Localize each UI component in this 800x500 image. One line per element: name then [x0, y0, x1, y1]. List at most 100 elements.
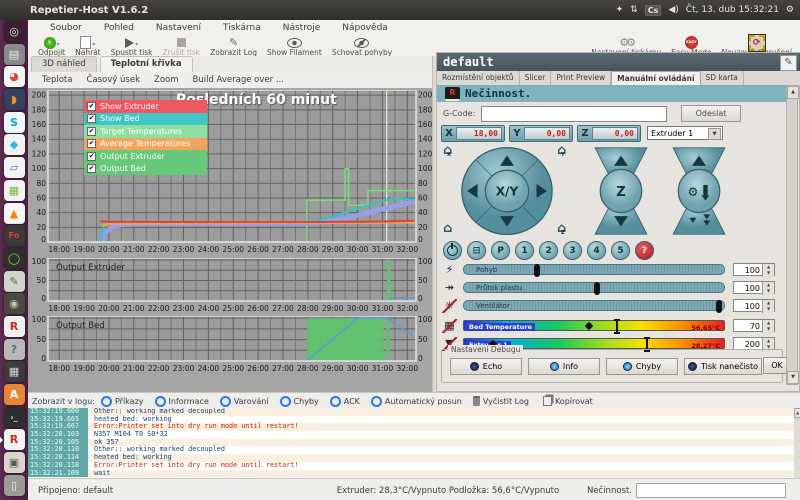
- tab-slicer[interactable]: Slicer: [520, 71, 552, 85]
- menu-pohled[interactable]: Pohled: [104, 23, 134, 33]
- launcher-vlc-icon[interactable]: ▲: [4, 203, 25, 224]
- launcher-green-ring-icon[interactable]: ◯: [4, 248, 25, 269]
- spinner-arrows-icon[interactable]: ▲▼: [762, 282, 774, 295]
- park-button[interactable]: P: [491, 241, 510, 260]
- bed-temp-slider[interactable]: Bed Temperature 56,65°C: [463, 320, 725, 331]
- power-button[interactable]: [443, 241, 462, 260]
- session-menu-icon[interactable]: ⚙: [786, 5, 794, 15]
- menu-nastaveni[interactable]: Nastavení: [156, 23, 201, 33]
- network-icon[interactable]: ✦: [616, 5, 624, 15]
- scroll-up-icon[interactable]: ▲: [787, 86, 799, 99]
- chart-menu-teplota[interactable]: Teplota: [42, 75, 72, 85]
- chart-menu-zoom[interactable]: Zoom: [154, 75, 179, 85]
- launcher-calc-icon[interactable]: ▦: [4, 180, 25, 201]
- preset-1-button[interactable]: 1: [515, 241, 534, 260]
- menu-napoveda[interactable]: Nápověda: [342, 23, 388, 33]
- checkbox-icon[interactable]: ✔: [87, 152, 96, 161]
- status-input[interactable]: [636, 483, 786, 498]
- load-button[interactable]: ▾ Nahrát: [75, 37, 101, 57]
- slider-thumb[interactable]: [534, 264, 540, 277]
- bed-temp-spinner[interactable]: 70▲▼: [733, 319, 775, 332]
- log-scrollbar[interactable]: ▲: [794, 408, 800, 478]
- spinner-arrows-icon[interactable]: ▲▼: [762, 264, 774, 277]
- preset-4-button[interactable]: 4: [587, 241, 606, 260]
- keyboard-layout-indicator[interactable]: Cs: [645, 5, 662, 16]
- checkbox-icon[interactable]: ✔: [87, 164, 96, 173]
- flowrate-spinner[interactable]: 100▲▼: [733, 281, 775, 294]
- launcher-calculator-icon[interactable]: ▦: [4, 361, 25, 382]
- launcher-writer-icon[interactable]: ▱: [4, 157, 25, 178]
- spinner-arrows-icon[interactable]: ▲▼: [762, 300, 774, 313]
- tab-teplotni-krivka[interactable]: Teplotní křivka: [100, 56, 193, 72]
- launcher-skype-icon[interactable]: S: [4, 112, 25, 133]
- fan-spinner[interactable]: 100▲▼: [733, 299, 775, 312]
- motors-off-button[interactable]: ⊟: [467, 241, 486, 260]
- preset-5-button[interactable]: 5: [611, 241, 630, 260]
- slider-thumb[interactable]: [716, 300, 722, 313]
- checkbox-icon[interactable]: ✔: [87, 127, 96, 136]
- launcher-software-center-icon[interactable]: A: [4, 384, 25, 405]
- copy-button[interactable]: Kopírovat: [543, 396, 593, 406]
- launcher-r-stats-icon[interactable]: R: [4, 316, 25, 337]
- feedrate-slider[interactable]: Pohyb: [463, 264, 725, 275]
- home-y-button[interactable]: ⌂Y: [557, 145, 566, 157]
- scroll-up-icon[interactable]: ▲: [794, 408, 800, 418]
- launcher-firefox-icon[interactable]: ◗: [4, 89, 25, 110]
- launcher-kodi-icon[interactable]: ◆: [4, 134, 25, 155]
- slider-thumb[interactable]: [594, 282, 600, 295]
- dry-run-toggle[interactable]: Tisk nanečisto: [684, 358, 762, 375]
- filter-varovani[interactable]: Varování: [220, 396, 269, 407]
- chart-menu-casovy-usek[interactable]: Časový úsek: [86, 75, 140, 85]
- volume-icon[interactable]: ◀): [668, 5, 678, 15]
- launcher-fontforge-icon[interactable]: Fo: [4, 225, 25, 246]
- extruder-jog-pad[interactable]: ⚙: [667, 145, 731, 237]
- launcher-design-icon[interactable]: ✎: [4, 271, 25, 292]
- show-filament-button[interactable]: Show Filament: [267, 37, 322, 57]
- show-log-button[interactable]: ✎ Zobrazit Log: [210, 37, 257, 57]
- temp-cursor[interactable]: [616, 319, 618, 334]
- feedrate-spinner[interactable]: 100▲▼: [733, 263, 775, 276]
- flowrate-slider[interactable]: Průtok plastu: [463, 282, 725, 293]
- scroll-down-icon[interactable]: ▼: [787, 371, 799, 384]
- filter-prikazy[interactable]: Příkazy: [101, 396, 144, 407]
- launcher-dash-icon[interactable]: ◎: [4, 21, 25, 42]
- tab-print-preview[interactable]: Print Preview: [551, 71, 611, 85]
- launcher-help-icon[interactable]: ?: [4, 339, 25, 360]
- chart-menu-build-average[interactable]: Build Average over ...: [193, 75, 284, 85]
- filter-ack[interactable]: ACK: [330, 396, 360, 407]
- legend-item[interactable]: ✔Target Temperatures: [84, 125, 207, 138]
- menu-soubor[interactable]: Soubor: [50, 23, 82, 33]
- launcher-printer-icon[interactable]: ▣: [4, 452, 25, 473]
- edit-printer-icon[interactable]: ✎: [780, 55, 797, 71]
- tab-rozmisteni-objektu[interactable]: Rozmístění objektů: [437, 71, 520, 85]
- filter-chyby[interactable]: Chyby: [280, 396, 319, 407]
- echo-toggle[interactable]: Echo: [450, 358, 522, 375]
- legend-item[interactable]: ✔Output Bed: [84, 163, 207, 176]
- hide-travel-button[interactable]: Schovat pohyby: [332, 37, 392, 57]
- tab-sd-karta[interactable]: SD karta: [701, 71, 744, 85]
- filter-informace[interactable]: Informace: [155, 396, 209, 407]
- menu-tiskarna[interactable]: Tiskárna: [223, 23, 261, 33]
- spinner-arrows-icon[interactable]: ▲▼: [762, 320, 774, 333]
- home-x-button[interactable]: ⌂X: [443, 145, 452, 157]
- legend-item[interactable]: ✔Output Extruder: [84, 150, 207, 163]
- tab-3d-nahled[interactable]: 3D náhled: [31, 56, 97, 72]
- menu-nastroje[interactable]: Nástroje: [283, 23, 321, 33]
- launcher-repetier-host-icon[interactable]: R: [4, 429, 25, 450]
- tab-manualni-ovladani[interactable]: Manuální ovládání: [611, 71, 700, 85]
- errors-toggle[interactable]: Chyby: [606, 358, 678, 375]
- home-z-button[interactable]: ⌂Z: [557, 223, 566, 235]
- launcher-files-icon[interactable]: ▤: [4, 44, 25, 65]
- clear-log-button[interactable]: Vyčistit Log: [473, 396, 529, 406]
- start-print-button[interactable]: ▾ Spustit tisk: [111, 37, 153, 57]
- checkbox-icon[interactable]: ✔: [87, 102, 96, 111]
- log-output[interactable]: 15:32:19.660Other:: working marked decou…: [28, 408, 794, 478]
- z-jog-pad[interactable]: Z: [589, 145, 653, 237]
- home-all-button[interactable]: ⌂: [443, 223, 452, 235]
- xy-jog-pad[interactable]: X/Y: [459, 145, 555, 237]
- checkbox-icon[interactable]: ✔: [87, 114, 96, 123]
- clock[interactable]: Čt, 13. dub 15:32:21: [686, 5, 779, 15]
- legend-item[interactable]: ✔Show Extruder: [84, 100, 207, 113]
- legend-item[interactable]: ✔Show Bed: [84, 113, 207, 126]
- legend-item[interactable]: ✔Average Temperatures: [84, 138, 207, 151]
